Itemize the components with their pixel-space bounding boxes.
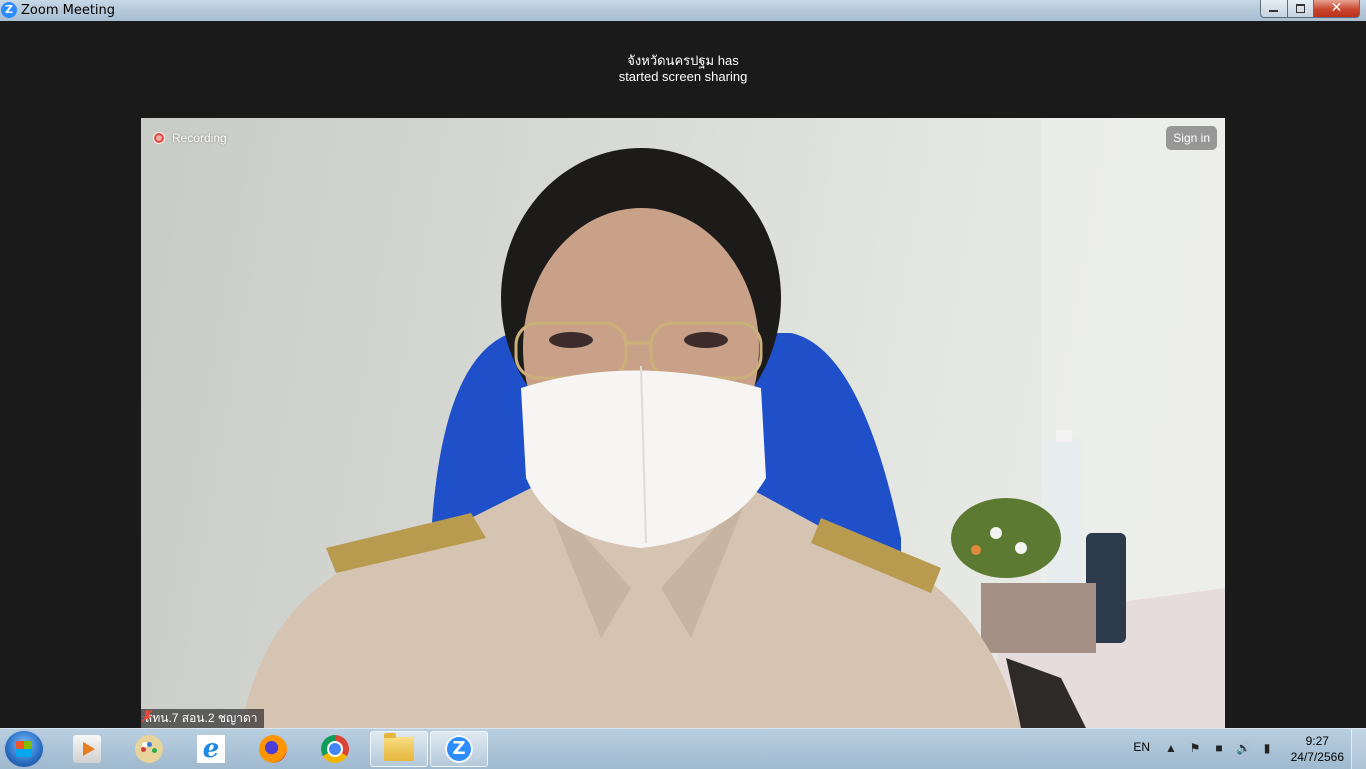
muted-microphone-icon [141, 709, 153, 723]
chrome-icon [321, 735, 349, 763]
firefox-icon [259, 735, 287, 763]
clock-date: 24/7/2566 [1290, 750, 1344, 764]
windows-media-player-icon [73, 735, 101, 763]
title-bar: Z Zoom Meeting ✕ [0, 0, 1366, 21]
system-tray: EN ▲ ⚑ ■ 🔊 ▮ 9:27 24/7/2566 [1106, 729, 1366, 769]
window-title: Zoom Meeting [21, 3, 116, 18]
safely-remove-hardware-icon[interactable]: ■ [1212, 741, 1226, 755]
recording-label: Recording [172, 131, 227, 145]
language-indicator[interactable]: EN [1133, 740, 1150, 754]
internet-explorer-icon: e [197, 735, 225, 763]
taskbar-paint[interactable] [120, 731, 178, 767]
taskbar-firefox[interactable] [244, 731, 302, 767]
clock-time: 9:27 [1305, 734, 1329, 748]
clock[interactable]: 9:27 24/7/2566 [1291, 733, 1344, 765]
close-button[interactable]: ✕ [1314, 0, 1360, 18]
minimize-button[interactable] [1260, 0, 1288, 18]
taskbar-chrome[interactable] [306, 731, 364, 767]
show-desktop-button[interactable] [1351, 729, 1366, 769]
zoom-icon: Z [445, 735, 473, 763]
close-icon: ✕ [1330, 0, 1343, 16]
window-controls: ✕ [1260, 0, 1360, 18]
recording-icon [153, 132, 165, 144]
restore-button[interactable] [1288, 0, 1314, 18]
notification-line-1: จังหวัดนครปฐม has [627, 53, 739, 68]
notification-line-2: started screen sharing [618, 69, 748, 84]
paint-icon [135, 735, 163, 763]
sign-in-button[interactable]: Sign in [1166, 126, 1217, 150]
taskbar-internet-explorer[interactable]: e [182, 731, 240, 767]
start-button[interactable] [4, 730, 44, 768]
zoom-app-icon: Z [1, 2, 17, 18]
taskbar-zoom[interactable]: Z [430, 731, 488, 767]
participant-video[interactable]: Recording Sign in สทน.7 สอน.2 ชญาดา [141, 118, 1225, 728]
video-frame-image [241, 118, 1225, 728]
show-hidden-icons-icon[interactable]: ▲ [1164, 741, 1178, 755]
volume-icon[interactable]: 🔊 [1236, 741, 1251, 755]
action-center-flag-icon[interactable]: ⚑ [1188, 741, 1202, 755]
taskbar-file-explorer[interactable] [370, 731, 428, 767]
screen-share-notification: จังหวัดนครปฐม has started screen sharing [0, 53, 1366, 85]
participant-name: สทน.7 สอน.2 ชญาดา [145, 711, 258, 725]
recording-indicator[interactable]: Recording [153, 131, 227, 145]
file-explorer-icon [384, 733, 414, 761]
taskbar: e Z EN ▲ ⚑ ■ 🔊 ▮ 9:27 24/7/2566 [0, 728, 1366, 769]
participant-name-tag: สทน.7 สอน.2 ชญาดา [141, 709, 264, 728]
taskbar-media-player[interactable] [58, 731, 116, 767]
network-signal-icon[interactable]: ▮ [1260, 741, 1274, 755]
